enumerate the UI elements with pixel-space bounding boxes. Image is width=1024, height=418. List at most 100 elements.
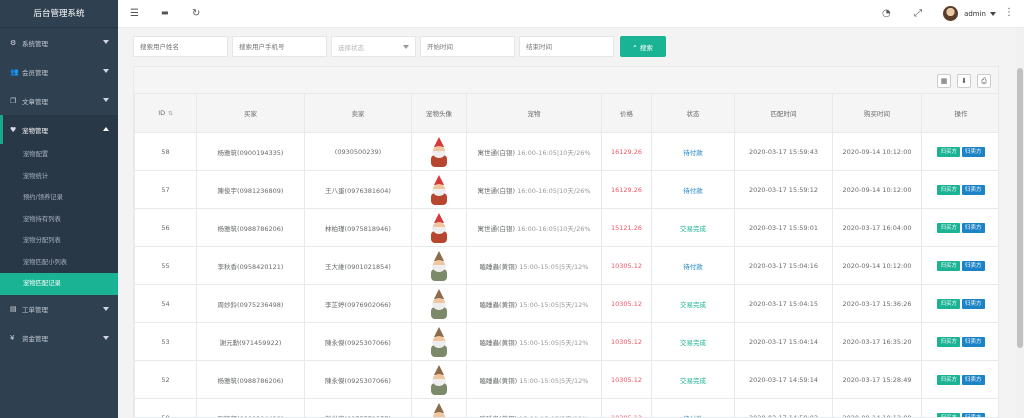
user-menu[interactable]: admin: [943, 6, 996, 21]
assign-seller-button[interactable]: 归卖方: [962, 146, 985, 157]
assign-buyer-button[interactable]: 归买方: [937, 374, 960, 385]
column-header[interactable]: ID ⇅: [134, 93, 197, 133]
export-icon[interactable]: ⬇: [957, 74, 971, 88]
app-title: 后台管理系统: [0, 0, 118, 28]
status-select[interactable]: 选择状态: [331, 36, 416, 57]
table-row: 50張凱鈺(0909304429)彭世嵐(0975771377) 瞌睡蟲(黄铜) …: [134, 398, 998, 417]
cell-actions: 归买方 归卖方: [921, 246, 998, 285]
cell-status: 待付款: [651, 132, 735, 171]
pet-avatar-image: [428, 136, 450, 167]
sidebar-item-label: 文章管理: [22, 97, 48, 106]
cell-pet: 寓世通(白银) 16:00-16:05|10天/26%: [466, 170, 602, 209]
column-header-label: 卖家: [351, 110, 365, 118]
column-header: 操作: [921, 93, 998, 133]
sidebar-item[interactable]: ❐ 文章管理: [0, 86, 118, 115]
cell-status: 待付款: [651, 398, 735, 417]
cell-price: 15121.26: [601, 208, 652, 247]
assign-buyer-button[interactable]: 归买方: [937, 412, 960, 417]
cell-seller: (0930500239): [304, 132, 412, 171]
assign-seller-button[interactable]: 归卖方: [962, 222, 985, 233]
assign-seller-button[interactable]: 归卖方: [962, 374, 985, 385]
sort-icon[interactable]: ⇅: [168, 111, 173, 117]
cell-buy-time: 2020-03-17 16:35:20: [832, 322, 922, 361]
cell-buyer: 杨雅筑(0988786206): [196, 360, 305, 399]
fullscreen-icon[interactable]: ⤢: [914, 8, 922, 19]
refresh-icon[interactable]: ↻: [192, 8, 200, 19]
column-header-label: 价格: [620, 110, 633, 118]
menu-toggle-icon[interactable]: ☰: [130, 8, 139, 19]
scrollbar-thumb[interactable]: [1017, 68, 1023, 348]
sidebar-item[interactable]: ⚙ 系统管理: [0, 28, 118, 57]
cell-match-time: 2020-03-17 15:59:43: [734, 132, 833, 171]
start-time-input[interactable]: [420, 36, 515, 57]
cell-buyer: 謝元勳(971459922): [196, 322, 305, 361]
chevron-icon: [103, 98, 109, 102]
column-header-label: 宠物头像: [426, 110, 452, 118]
pet-name: 瞌睡蟲(黄铜): [479, 262, 518, 271]
pet-avatar-image: [428, 402, 450, 417]
column-header: 购买时间: [832, 93, 922, 133]
pet-name: 瞌睡蟲(黄铜): [479, 338, 518, 347]
column-header-label: 状态: [686, 110, 700, 118]
assign-buyer-button[interactable]: 归买方: [937, 336, 960, 347]
pet-avatar-image: [428, 364, 450, 395]
assign-seller-button[interactable]: 归卖方: [962, 298, 985, 309]
search-button[interactable]: ⌕ 搜索: [620, 36, 666, 57]
cell-buy-time: 2020-09-14 10:12:00: [832, 132, 922, 171]
assign-buyer-button[interactable]: 归买方: [937, 298, 960, 309]
cell-buyer: 李秋香(0958420121): [196, 246, 305, 285]
cell-pet-avatar: [411, 322, 467, 361]
pet-detail: 16:00-16:05|10天/26%: [517, 224, 591, 233]
table-row: 58 杨雅筑(0900194335) (0930500239) 寓世通(白银) 16:…: [134, 132, 998, 171]
chevron-down-icon: [403, 44, 409, 49]
assign-buyer-button[interactable]: 归买方: [937, 260, 960, 271]
cell-pet: 瞌睡蟲(黄铜) 15:00-15:05|5天/12%: [466, 246, 602, 285]
cell-pet: 瞌睡蟲(黄铜) 15:00-15:05|5天/12%: [466, 398, 602, 417]
assign-seller-button[interactable]: 归卖方: [962, 184, 985, 195]
cell-match-time: 2020-03-17 15:04:15: [734, 284, 833, 323]
submenu-item[interactable]: 宠物配置: [0, 144, 118, 166]
message-icon[interactable]: ▬: [161, 8, 169, 17]
page-scrollbar[interactable]: [1016, 28, 1024, 418]
name-search-input[interactable]: [133, 36, 228, 57]
assign-seller-button[interactable]: 归卖方: [962, 336, 985, 347]
cell-pet-avatar: [411, 398, 467, 417]
submenu-item[interactable]: 预约/领养记录: [0, 187, 118, 209]
submenu-item[interactable]: 宠物匹配小列表: [0, 252, 118, 274]
cell-price: 16129.26: [601, 132, 652, 171]
print-icon[interactable]: ⎙: [977, 74, 991, 88]
assign-buyer-button[interactable]: 归买方: [937, 184, 960, 195]
column-header: 宠物: [466, 93, 602, 133]
sidebar-item[interactable]: 👥 会员管理: [0, 57, 118, 86]
assign-buyer-button[interactable]: 归买方: [937, 222, 960, 233]
columns-icon[interactable]: ▦: [937, 74, 951, 88]
table-header-row: ID ⇅ 买家 卖家 宠物头像 宠物 价格 状态 匹配时间 购买时间 操作: [134, 93, 998, 133]
sidebar-item[interactable]: ♥ 宠物管理: [0, 115, 118, 144]
pet-avatar-image: [428, 212, 450, 243]
assign-seller-button[interactable]: 归卖方: [962, 260, 985, 271]
chevron-icon: [103, 306, 109, 311]
file-icon: ▤: [10, 305, 17, 313]
sidebar-item[interactable]: ¥ 资金管理: [0, 324, 118, 353]
submenu-item[interactable]: 宠物匹配记录: [0, 273, 118, 295]
end-time-input[interactable]: [519, 36, 614, 57]
sidebar-item[interactable]: ▤ 工单管理: [0, 295, 118, 324]
submenu-item[interactable]: 宠物统计: [0, 166, 118, 188]
assign-buyer-button[interactable]: 归买方: [937, 146, 960, 157]
cell-seller: 陳永傑(0925307066): [304, 360, 412, 399]
assign-seller-button[interactable]: 归卖方: [962, 412, 985, 417]
cell-buy-time: 2020-03-17 15:36:26: [832, 284, 922, 323]
submenu-item[interactable]: 宠物持有列表: [0, 209, 118, 231]
column-header-label: 匹配时间: [770, 110, 797, 118]
cell-price: 10305.12: [601, 284, 652, 323]
records-table: ID ⇅ 买家 卖家 宠物头像 宠物 价格 状态 匹配时间 购买时间 操作 58 杨雅筑(090019…: [134, 93, 998, 417]
cell-seller: 王八蛋(0976381604): [304, 170, 412, 209]
phone-search-input[interactable]: [232, 36, 327, 57]
cell-actions: 归买方 归卖方: [921, 208, 998, 247]
cell-buyer: 周妙鈴(0975236498): [196, 284, 305, 323]
more-icon[interactable]: ⋮: [1004, 7, 1014, 18]
cell-id: 50: [134, 398, 197, 417]
copy-icon: ❐: [10, 96, 17, 105]
theme-icon[interactable]: ◔: [882, 8, 891, 19]
submenu-item[interactable]: 宠物分配列表: [0, 230, 118, 252]
